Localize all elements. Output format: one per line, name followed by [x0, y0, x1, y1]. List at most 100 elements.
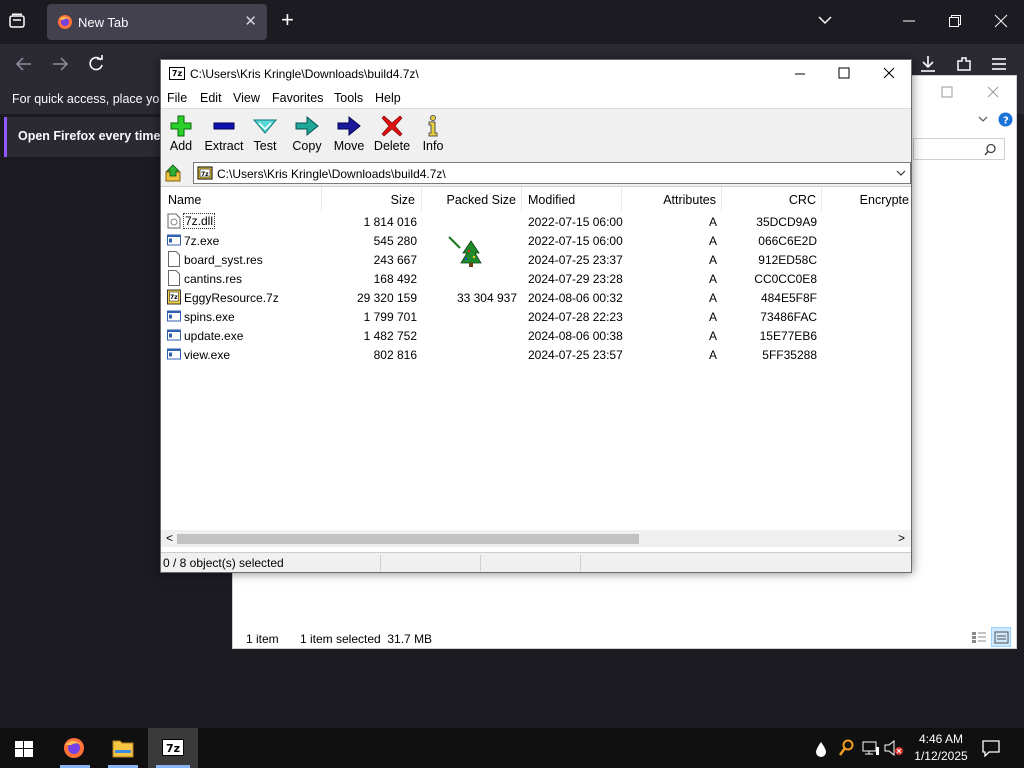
info-icon: [428, 115, 438, 137]
cell-crc: 912ED58C: [758, 253, 817, 267]
cell-size: 1 482 752: [363, 329, 417, 343]
volume-muted-icon[interactable]: [884, 740, 904, 756]
status-divider: [580, 555, 581, 571]
window-title: C:\Users\Kris Kringle\Downloads\build4.7…: [190, 67, 419, 81]
taskbar-7zip-button[interactable]: 7z: [148, 728, 198, 768]
downloads-icon[interactable]: [919, 55, 937, 73]
file-row[interactable]: update.exe 1 482 752 2024-08-06 00:38 A 15E7…: [161, 326, 911, 345]
add-button[interactable]: Add: [159, 111, 203, 159]
info-button[interactable]: Info: [411, 111, 455, 159]
plus-icon: [170, 115, 192, 137]
cell-name: spins.exe: [184, 310, 235, 324]
menu-favorites[interactable]: Favorites: [272, 91, 323, 105]
notifications-icon[interactable]: [982, 739, 1000, 757]
extensions-icon[interactable]: [955, 55, 973, 73]
cell-crc: 35DCD9A9: [756, 215, 817, 229]
clock-time[interactable]: 4:46 AM: [908, 732, 974, 746]
reload-icon[interactable]: [87, 55, 105, 73]
file-row[interactable]: 7z.dll 1 814 016 2022-07-15 06:00 A 35DCD9A9: [161, 212, 911, 231]
large-icons-view-button[interactable]: [991, 627, 1011, 647]
folder-icon: [112, 740, 134, 758]
maximize-icon[interactable]: [838, 67, 850, 79]
firefox-icon: [64, 738, 84, 758]
cell-attributes: A: [708, 291, 717, 305]
up-folder-icon[interactable]: [165, 164, 183, 182]
cell-crc: 73486FAC: [760, 310, 817, 324]
search-key-icon[interactable]: [838, 739, 854, 757]
horizontal-scrollbar[interactable]: < >: [161, 530, 911, 547]
back-icon[interactable]: [15, 56, 33, 72]
column-packed-size[interactable]: Packed Size: [422, 187, 522, 211]
help-icon[interactable]: ?: [998, 112, 1013, 127]
browser-tab[interactable]: New Tab ✕: [47, 4, 267, 40]
test-button[interactable]: Test: [243, 111, 287, 159]
exe-icon: [167, 329, 181, 341]
column-crc[interactable]: CRC: [722, 187, 822, 211]
scroll-left-icon[interactable]: <: [166, 531, 173, 545]
new-tab-button[interactable]: +: [281, 9, 294, 31]
exe-icon: [167, 234, 181, 246]
christmas-tree-cursor-icon: [448, 236, 482, 267]
column-encrypted[interactable]: Encrypte: [822, 187, 911, 211]
close-icon[interactable]: [994, 14, 1008, 28]
address-input[interactable]: 7z C:\Users\Kris Kringle\Downloads\build…: [193, 162, 911, 184]
network-icon[interactable]: [862, 741, 880, 756]
search-icon: [984, 143, 996, 156]
copy-button[interactable]: Copy: [285, 111, 329, 159]
menu-help[interactable]: Help: [375, 91, 401, 105]
tab-title: New Tab: [78, 15, 129, 30]
menu-tools[interactable]: Tools: [334, 91, 363, 105]
chevron-down-icon[interactable]: [896, 169, 906, 177]
minimize-icon[interactable]: [794, 68, 806, 80]
move-arrow-icon: [337, 115, 361, 137]
file-row[interactable]: 7z.exe 545 280 2022-07-15 06:00 A 066C6E2D: [161, 231, 911, 250]
scroll-thumb[interactable]: [177, 534, 639, 544]
list-all-tabs-icon[interactable]: [8, 12, 26, 30]
cell-name: cantins.res: [184, 272, 243, 286]
extract-button[interactable]: Extract: [202, 111, 246, 159]
cell-attributes: A: [708, 310, 717, 324]
file-row[interactable]: board_syst.res 243 667 2024-07-25 23:37 A 91…: [161, 250, 911, 269]
search-input[interactable]: [913, 138, 1005, 160]
chevron-down-icon[interactable]: [977, 114, 989, 124]
restore-icon[interactable]: [948, 14, 962, 28]
windows-start-icon[interactable]: [15, 741, 33, 757]
column-modified[interactable]: Modified: [522, 187, 622, 211]
close-icon[interactable]: [987, 86, 999, 98]
default-browser-notice[interactable]: Open Firefox every time y: [4, 117, 171, 157]
file-icon: [168, 251, 180, 267]
details-view-icon[interactable]: [971, 630, 987, 644]
toolbar: Add Extract Test Copy Move Delete Info: [161, 108, 911, 160]
forward-icon[interactable]: [51, 56, 69, 72]
taskbar-firefox-button[interactable]: [50, 728, 100, 768]
maximize-icon[interactable]: [941, 86, 953, 98]
cell-modified: 2024-07-29 23:28: [528, 272, 623, 286]
tab-close-icon[interactable]: ✕: [244, 12, 257, 30]
cell-crc: CC0CC0E8: [754, 272, 817, 286]
column-attributes[interactable]: Attributes: [622, 187, 722, 211]
file-row[interactable]: 7z EggyResource.7z 29 320 159 33 304 937 202…: [161, 288, 911, 307]
menu-icon[interactable]: [991, 56, 1007, 72]
move-button[interactable]: Move: [327, 111, 371, 159]
clock-date[interactable]: 1/12/2025: [908, 749, 974, 763]
file-row[interactable]: spins.exe 1 799 701 2024-07-28 22:23 A 73486…: [161, 307, 911, 326]
address-bar-row: 7z C:\Users\Kris Kringle\Downloads\build…: [161, 160, 911, 186]
taskbar-explorer-button[interactable]: [100, 728, 146, 768]
file-row[interactable]: cantins.res 168 492 2024-07-29 23:28 A CC0CC…: [161, 269, 911, 288]
menu-view[interactable]: View: [233, 91, 260, 105]
svg-text:7z: 7z: [201, 171, 209, 178]
large-icons-icon: [994, 631, 1009, 644]
menu-file[interactable]: File: [167, 91, 187, 105]
explorer-status-bar: 1 item 1 item selected 31.7 MB: [233, 626, 1016, 648]
delete-button[interactable]: Delete: [370, 111, 414, 159]
close-icon[interactable]: [883, 67, 895, 79]
column-size[interactable]: Size: [322, 187, 422, 211]
column-name[interactable]: Name: [161, 187, 322, 211]
scroll-right-icon[interactable]: >: [898, 531, 905, 545]
title-bar[interactable]: 7z C:\Users\Kris Kringle\Downloads\build…: [161, 60, 911, 88]
dropbox-drop-icon[interactable]: [815, 741, 827, 757]
minimize-icon[interactable]: [902, 14, 916, 28]
menu-edit[interactable]: Edit: [200, 91, 222, 105]
chevron-down-icon[interactable]: [816, 11, 834, 29]
file-row[interactable]: view.exe 802 816 2024-07-25 23:57 A 5FF35288: [161, 345, 911, 364]
